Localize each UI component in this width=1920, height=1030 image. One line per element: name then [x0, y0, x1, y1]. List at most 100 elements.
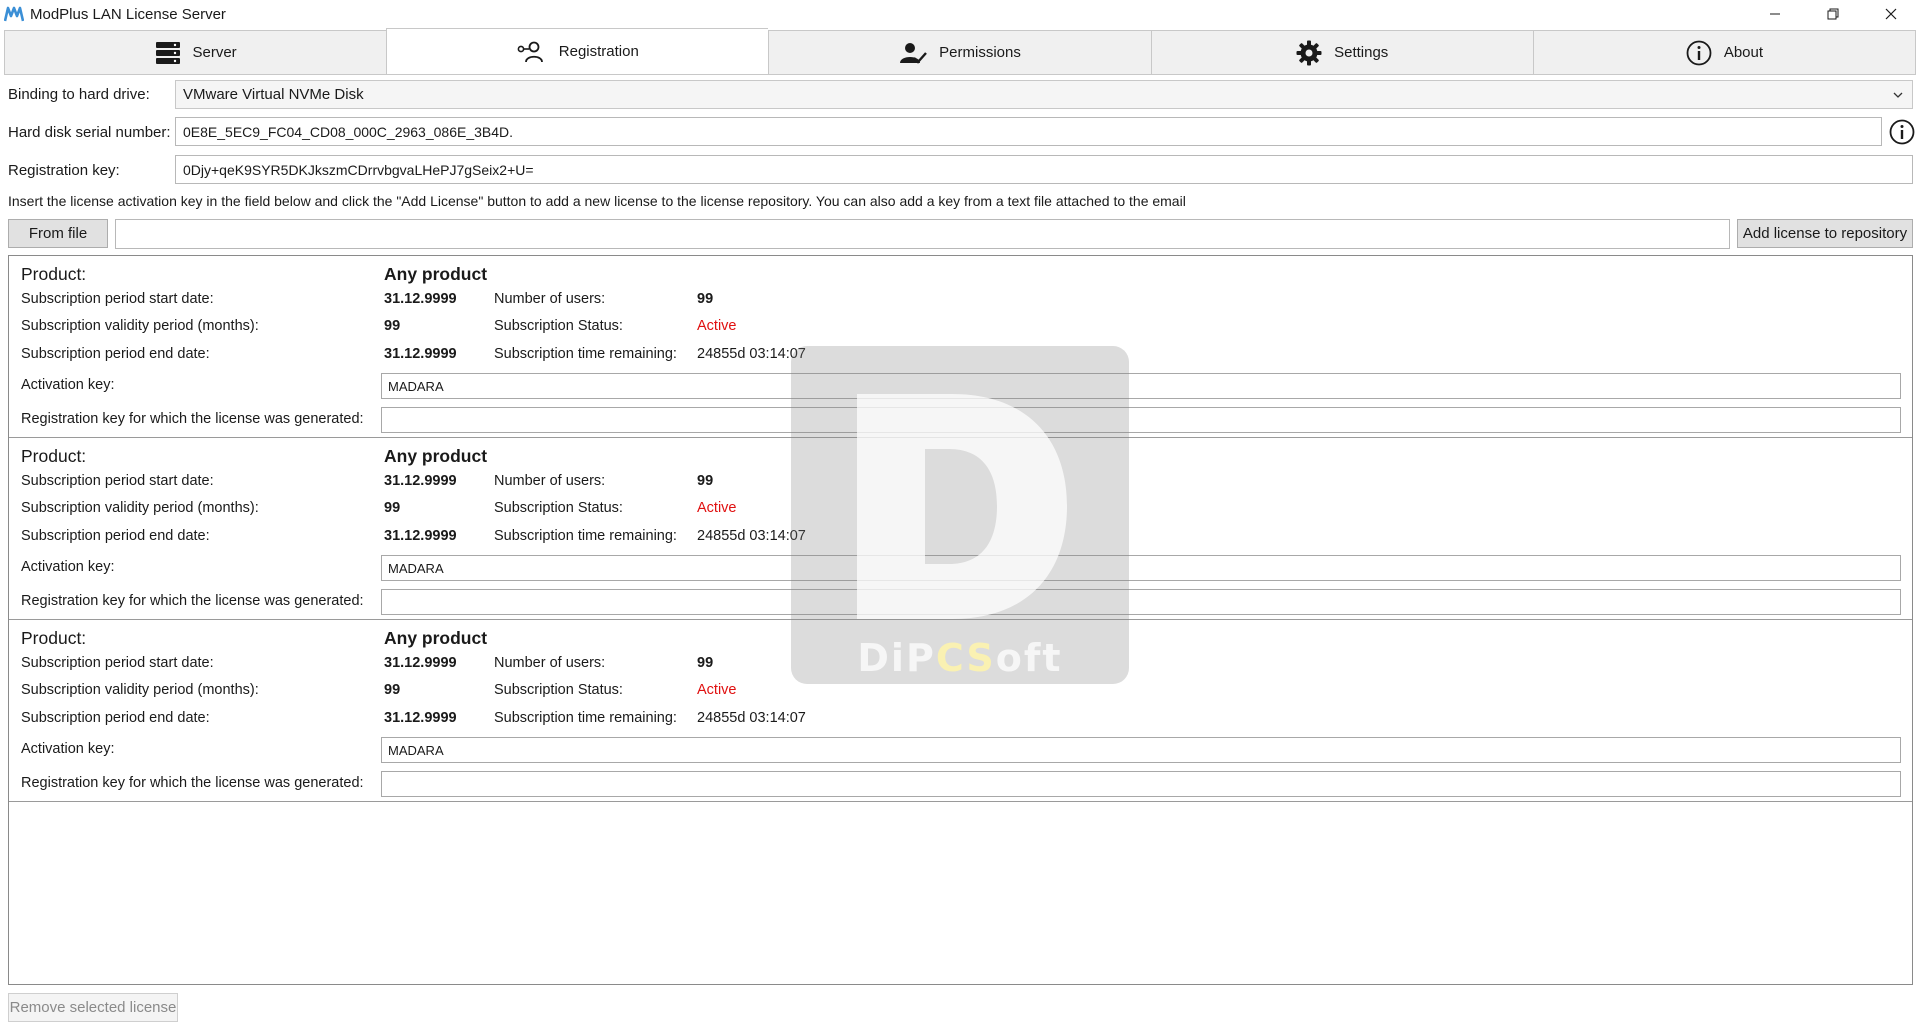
tab-settings[interactable]: Settings — [1150, 30, 1533, 75]
license-item[interactable]: Product: Any product Subscription period… — [9, 438, 1912, 620]
start-date-label: Subscription period start date: — [21, 655, 214, 671]
reg-key-generated-field[interactable] — [381, 589, 1901, 615]
status-value: Active — [697, 682, 737, 698]
status-value: Active — [697, 318, 737, 334]
regkey-label: Registration key: — [8, 162, 120, 179]
product-label: Product: — [21, 264, 87, 284]
users-label: Number of users: — [494, 473, 606, 489]
tab-about-label: About — [1723, 44, 1764, 61]
users-value: 99 — [697, 473, 714, 489]
activation-key-value: MADARA — [388, 560, 444, 576]
validity-label: Subscription validity period (months): — [21, 318, 259, 334]
registration-key-value: 0Djy+qeK9SYR5DKJkszmCDrrvbgvaLHePJ7gSeix… — [183, 161, 534, 178]
binding-drive-dropdown[interactable]: VMware Virtual NVMe Disk — [175, 80, 1913, 109]
binding-label: Binding to hard drive: — [8, 86, 150, 103]
gear-icon — [1296, 40, 1322, 65]
activation-key-field[interactable]: MADARA — [381, 737, 1901, 763]
remaining-label: Subscription time remaining: — [494, 528, 677, 544]
validity-label: Subscription validity period (months): — [21, 500, 259, 516]
product-value: Any product — [384, 264, 488, 284]
restore-button[interactable] — [1804, 0, 1862, 28]
activation-key-label: Activation key: — [21, 377, 115, 393]
user-check-icon — [900, 42, 928, 64]
tab-permissions-label: Permissions — [939, 44, 1021, 61]
status-label: Subscription Status: — [494, 682, 623, 698]
product-value: Any product — [384, 446, 488, 466]
title-bar: ModPlus LAN License Server — [0, 0, 1920, 28]
user-key-icon — [517, 41, 543, 62]
start-date-value: 31.12.9999 — [384, 473, 457, 489]
users-label: Number of users: — [494, 291, 606, 307]
license-item[interactable]: Product: Any product Subscription period… — [9, 620, 1912, 802]
server-icon — [155, 41, 180, 64]
reg-key-generated-field[interactable] — [381, 771, 1901, 797]
end-date-label: Subscription period end date: — [21, 346, 210, 362]
product-label: Product: — [21, 628, 87, 648]
start-date-value: 31.12.9999 — [384, 655, 457, 671]
info-icon — [1686, 40, 1712, 65]
status-value: Active — [697, 500, 737, 516]
close-button[interactable] — [1862, 0, 1920, 28]
validity-value: 99 — [384, 500, 401, 516]
activation-key-value: MADARA — [388, 742, 444, 758]
start-date-label: Subscription period start date: — [21, 291, 214, 307]
end-date-label: Subscription period end date: — [21, 710, 210, 726]
add-license-button[interactable]: Add license to repository — [1737, 219, 1913, 248]
validity-label: Subscription validity period (months): — [21, 682, 259, 698]
start-date-label: Subscription period start date: — [21, 473, 214, 489]
product-value: Any product — [384, 628, 488, 648]
window-title: ModPlus LAN License Server — [30, 5, 226, 23]
activation-key-field[interactable]: MADARA — [381, 555, 1901, 581]
activation-key-input[interactable] — [115, 219, 1730, 249]
serial-info-button[interactable] — [1888, 118, 1916, 146]
serial-number-field[interactable]: 0E8E_5EC9_FC04_CD08_000C_2963_086E_3B4D. — [175, 117, 1882, 146]
product-label: Product: — [21, 446, 87, 466]
close-icon — [1885, 8, 1897, 20]
tab-permissions[interactable]: Permissions — [768, 30, 1151, 75]
remaining-label: Subscription time remaining: — [494, 346, 677, 362]
minimize-button[interactable] — [1746, 0, 1804, 28]
activation-key-field[interactable]: MADARA — [381, 373, 1901, 399]
tab-registration[interactable]: Registration — [386, 28, 769, 75]
registration-key-field[interactable]: 0Djy+qeK9SYR5DKJkszmCDrrvbgvaLHePJ7gSeix… — [175, 155, 1913, 184]
tab-server-label: Server — [192, 44, 237, 61]
users-value: 99 — [697, 655, 714, 671]
end-date-value: 31.12.9999 — [384, 710, 457, 726]
activation-key-label: Activation key: — [21, 559, 115, 575]
minimize-icon — [1770, 13, 1780, 15]
tab-registration-label: Registration — [558, 43, 639, 60]
binding-drive-value: VMware Virtual NVMe Disk — [183, 86, 364, 103]
serial-label: Hard disk serial number: — [8, 124, 171, 141]
remove-license-button[interactable]: Remove selected license — [8, 993, 178, 1022]
users-value: 99 — [697, 291, 714, 307]
reg-key-generated-label: Registration key for which the license w… — [21, 775, 364, 791]
remaining-value: 24855d 03:14:07 — [697, 346, 806, 362]
status-label: Subscription Status: — [494, 500, 623, 516]
reg-key-generated-label: Registration key for which the license w… — [21, 411, 364, 427]
users-label: Number of users: — [494, 655, 606, 671]
app-logo-icon — [4, 6, 24, 22]
from-file-button[interactable]: From file — [8, 219, 108, 248]
reg-key-generated-field[interactable] — [381, 407, 1901, 433]
validity-value: 99 — [384, 318, 401, 334]
activation-key-label: Activation key: — [21, 741, 115, 757]
instruction-text: Insert the license activation key in the… — [8, 193, 1186, 209]
license-list[interactable]: Product: Any product Subscription period… — [8, 255, 1913, 985]
remaining-label: Subscription time remaining: — [494, 710, 677, 726]
tab-server[interactable]: Server — [4, 30, 387, 75]
end-date-label: Subscription period end date: — [21, 528, 210, 544]
start-date-value: 31.12.9999 — [384, 291, 457, 307]
license-item[interactable]: Product: Any product Subscription period… — [9, 256, 1912, 438]
info-icon — [1889, 119, 1915, 145]
activation-key-value: MADARA — [388, 378, 444, 394]
remaining-value: 24855d 03:14:07 — [697, 528, 806, 544]
status-label: Subscription Status: — [494, 318, 623, 334]
tab-settings-label: Settings — [1334, 44, 1389, 61]
remaining-value: 24855d 03:14:07 — [697, 710, 806, 726]
tab-about[interactable]: About — [1532, 30, 1917, 75]
end-date-value: 31.12.9999 — [384, 528, 457, 544]
window-controls — [1746, 0, 1920, 28]
serial-number-value: 0E8E_5EC9_FC04_CD08_000C_2963_086E_3B4D. — [183, 123, 514, 140]
validity-value: 99 — [384, 682, 401, 698]
reg-key-generated-label: Registration key for which the license w… — [21, 593, 364, 609]
